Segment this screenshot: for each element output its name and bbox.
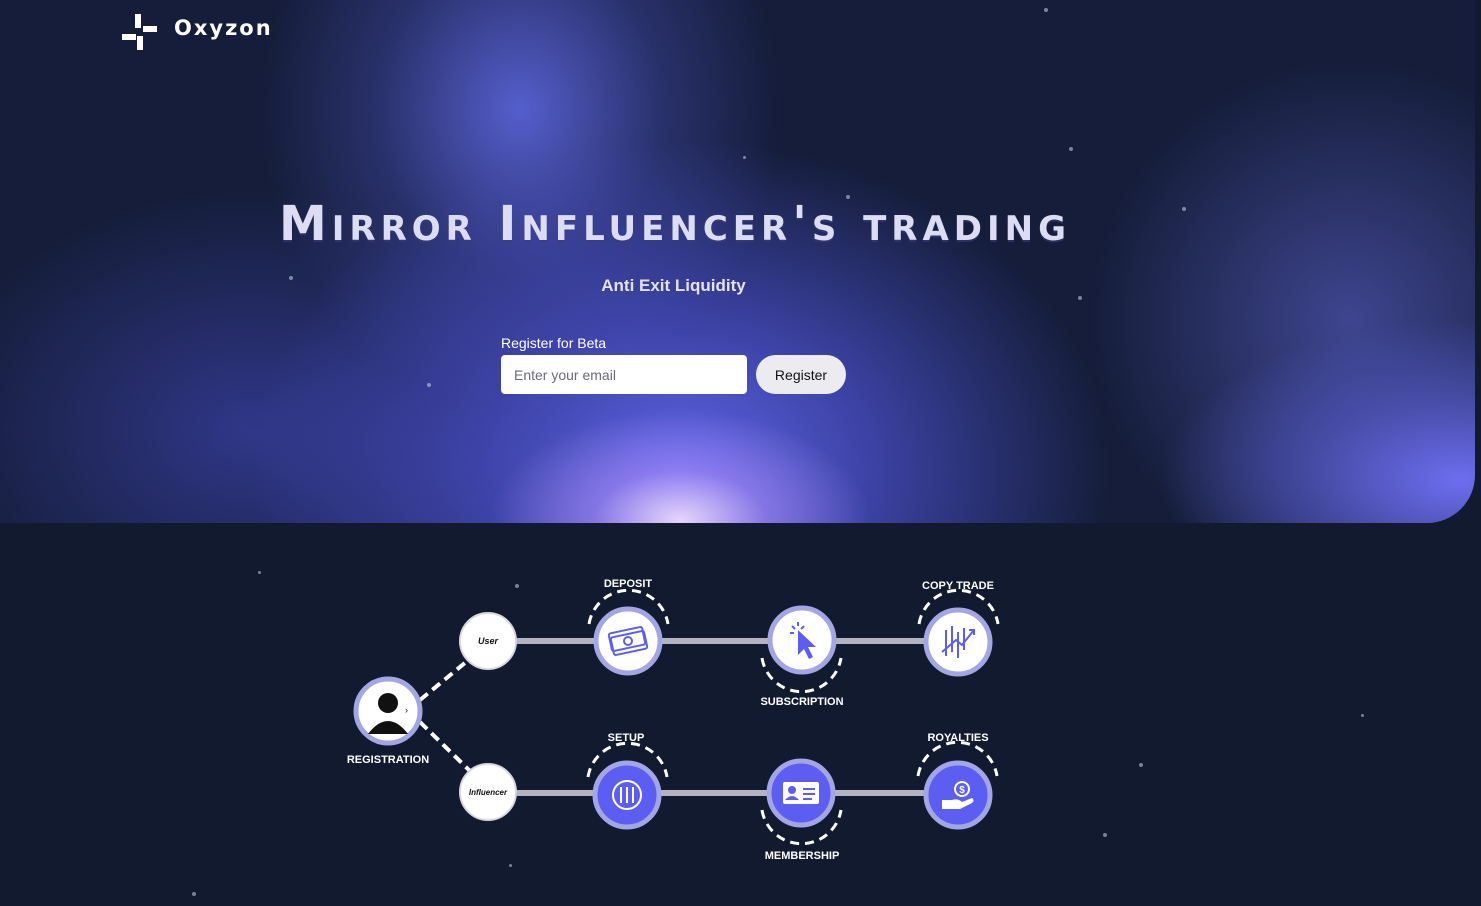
user-node [459, 612, 517, 670]
hero-section [0, 0, 1475, 523]
star-dot [743, 156, 746, 159]
email-input[interactable] [501, 355, 747, 394]
membership-label: MEMBERSHIP [765, 850, 840, 862]
hero-headline: Mirror Influencer's trading [278, 196, 1072, 252]
influencer-node [459, 763, 517, 821]
star-dot [427, 383, 431, 387]
hand-coin-icon: $ [942, 781, 974, 809]
star-dot [509, 864, 512, 867]
brand-wordmark: Oxyzon [174, 16, 273, 40]
deposit-label: DEPOSIT [604, 578, 653, 590]
flow-connectors [418, 638, 928, 796]
star-dot [258, 571, 261, 574]
star-dot [1361, 714, 1364, 717]
svg-text:$: $ [959, 785, 965, 796]
candlestick-chart-icon [941, 626, 975, 658]
star-dot [1078, 296, 1082, 300]
star-dot [1139, 763, 1143, 767]
copy-trade-node [917, 588, 1000, 677]
copy-trade-label: COPY TRADE [922, 580, 994, 592]
register-button[interactable]: Register [756, 355, 846, 394]
membership-node [760, 758, 843, 846]
user-label: User [478, 636, 499, 646]
star-dot [1103, 833, 1107, 837]
star-dot [192, 892, 196, 896]
star-dot [515, 584, 519, 588]
star-dot [1069, 147, 1073, 151]
setup-node [586, 741, 669, 830]
dashed-branch-influencer [418, 720, 472, 773]
id-card-icon [783, 782, 819, 804]
money-icon [607, 626, 649, 656]
setup-label: SETUP [608, 732, 645, 744]
person-icon [378, 693, 398, 713]
oxyzon-logo-icon [122, 14, 157, 50]
star-dot [1044, 8, 1048, 12]
subscription-node [760, 605, 843, 694]
royalties-label: ROYALTIES [927, 732, 988, 744]
deposit-node [587, 588, 670, 676]
royalties-node: $ [916, 740, 999, 830]
svg-text:›: › [405, 705, 408, 715]
subscription-label: SUBSCRIPTION [760, 696, 843, 708]
dashed-branch-user [418, 660, 468, 702]
hero-subtitle: Anti Exit Liquidity [601, 276, 746, 295]
cursor-click-icon [790, 622, 816, 659]
registration-label: REGISTRATION [347, 754, 429, 766]
influencer-label: Influencer [469, 788, 508, 797]
registration-node: › [353, 676, 423, 746]
register-label: Register for Beta [501, 335, 607, 351]
sliders-icon [612, 780, 642, 810]
brand-logo[interactable]: Oxyzon [120, 12, 273, 52]
